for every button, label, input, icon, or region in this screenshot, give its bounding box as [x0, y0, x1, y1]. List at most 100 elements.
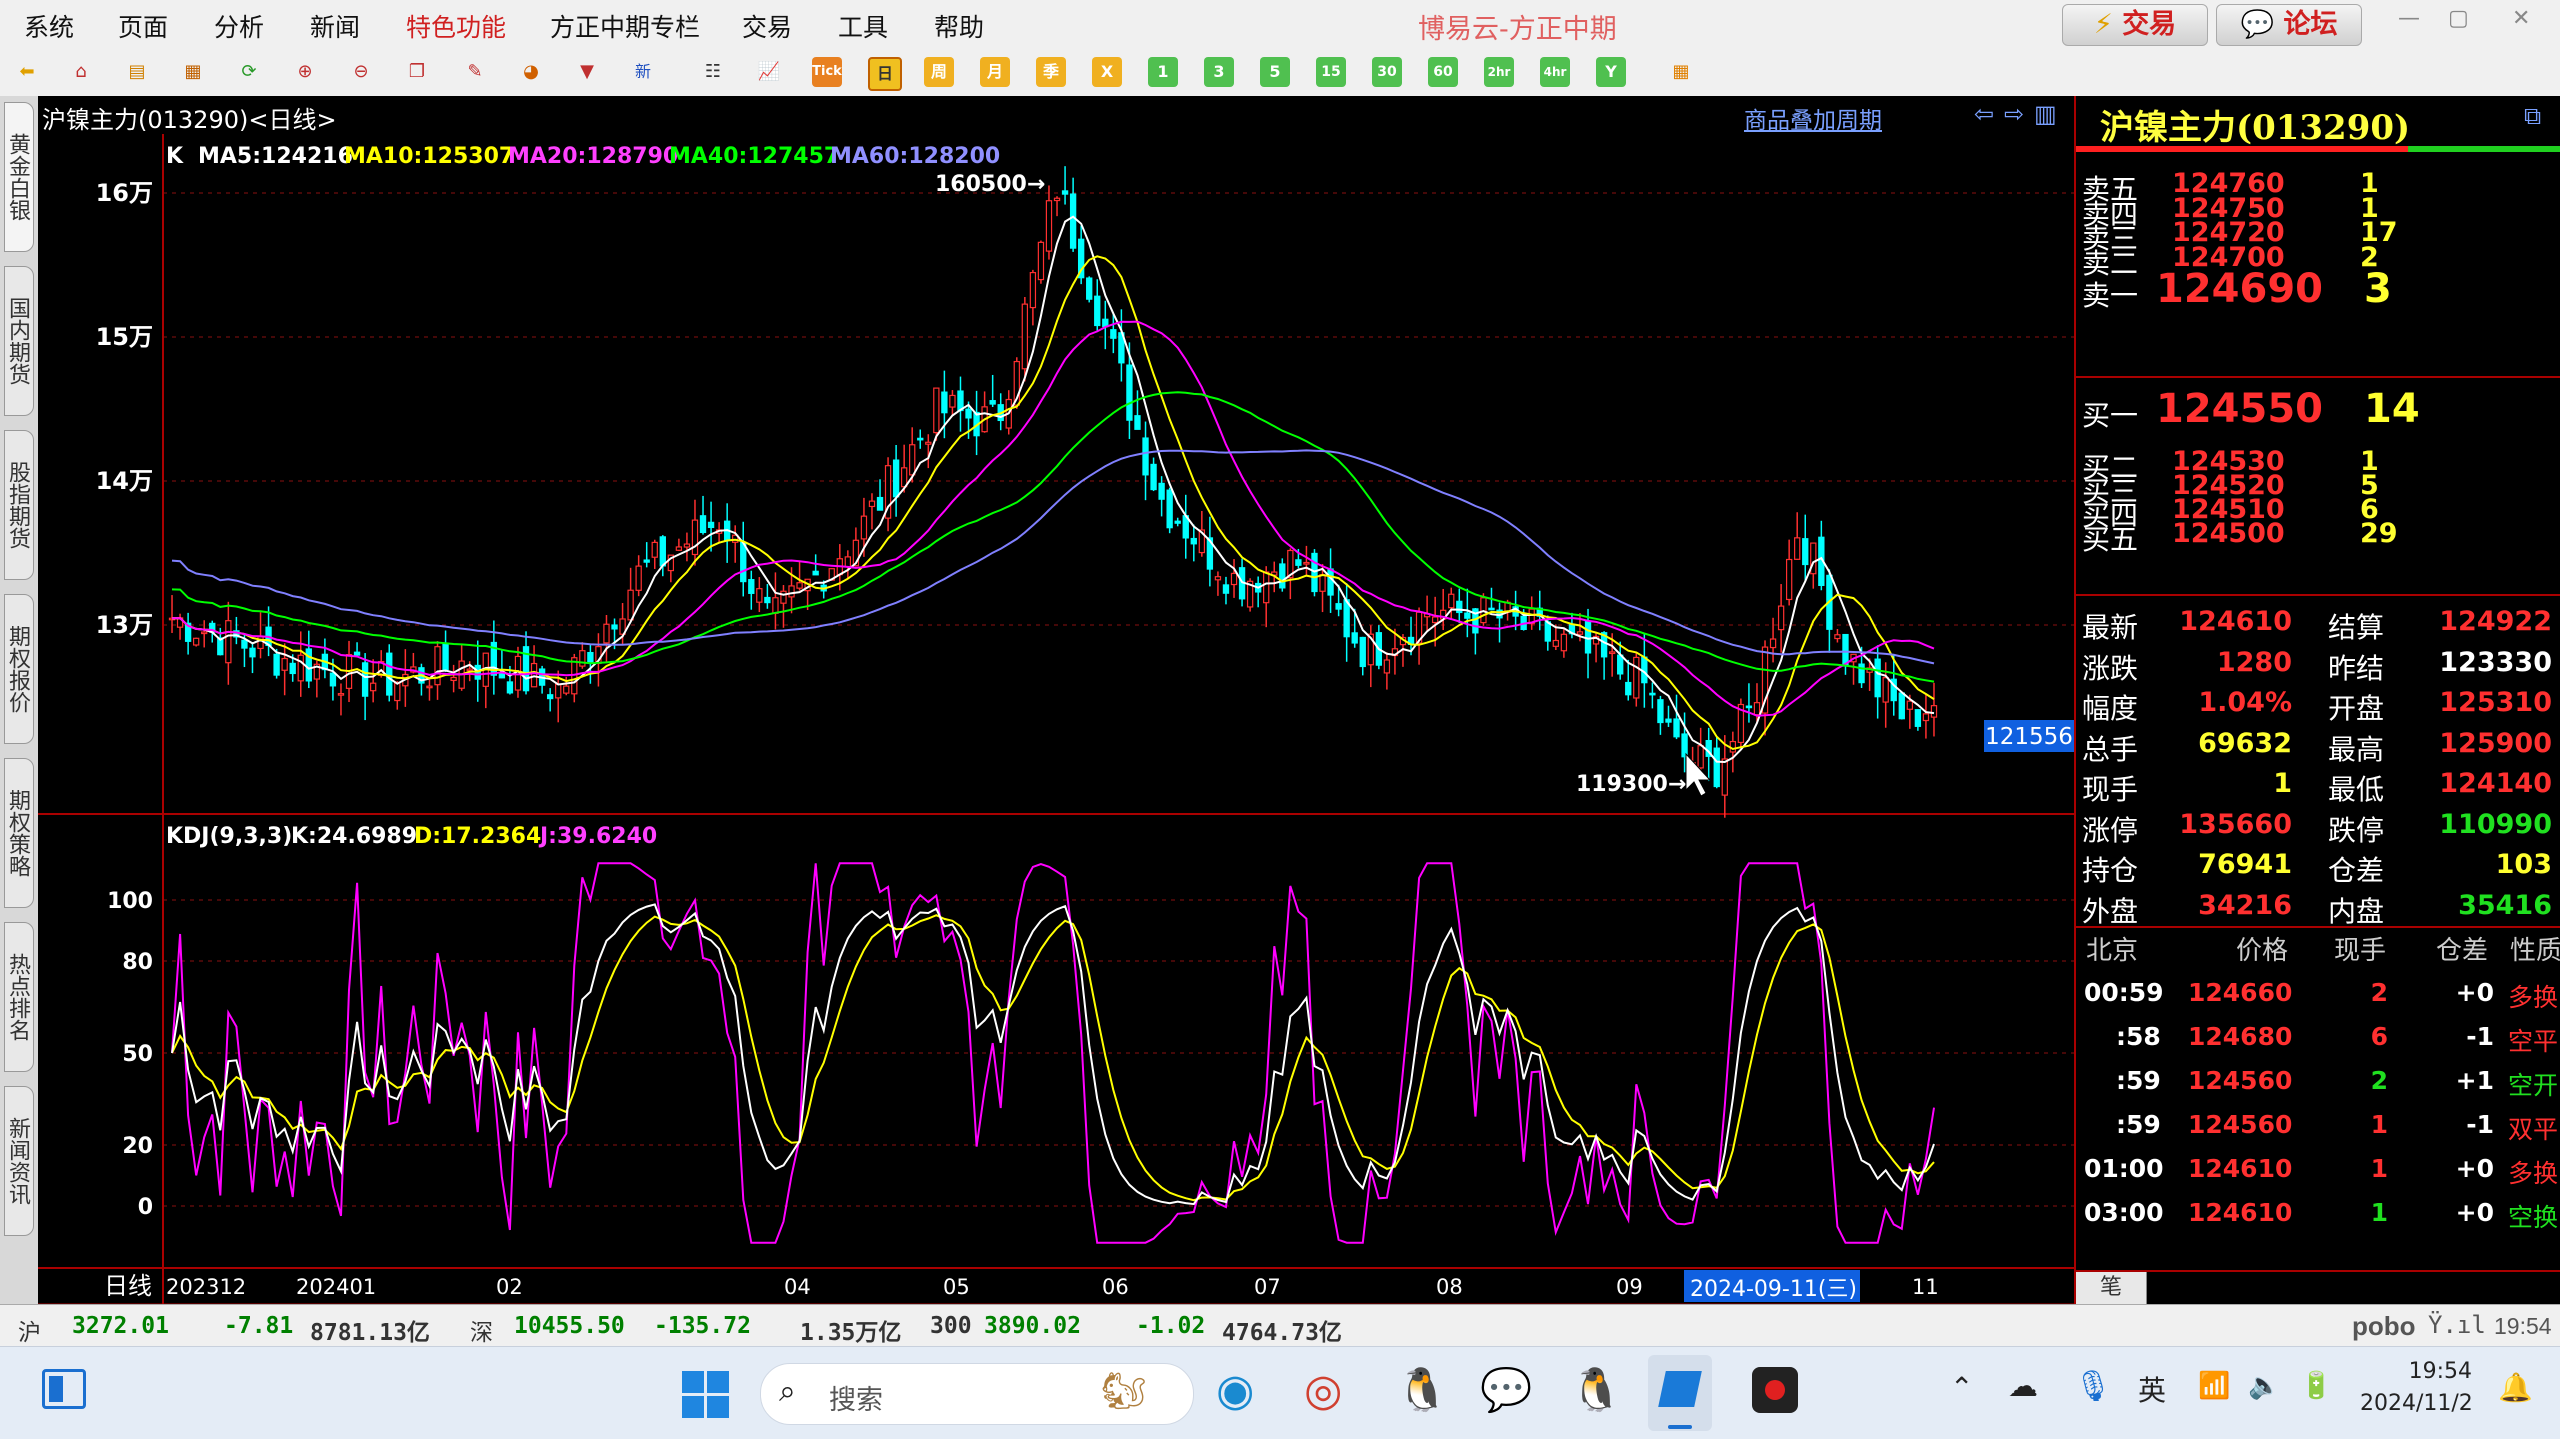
candle-body [941, 391, 948, 414]
new-badge-icon[interactable]: 新 [628, 57, 658, 87]
tab-option-strategy[interactable]: 期权策略 [4, 758, 34, 908]
maximize-icon[interactable]: ▢ [2448, 6, 2469, 31]
recorder-icon[interactable] [1752, 1367, 1798, 1413]
table-icon[interactable]: ☷ [698, 57, 728, 87]
hs300-label: 300 [930, 1313, 972, 1339]
menu-page[interactable]: 页面 [118, 8, 168, 44]
taskbar-search[interactable]: ⌕ 搜索 🐿 [760, 1363, 1194, 1425]
menu-news[interactable]: 新闻 [310, 8, 360, 44]
close-icon[interactable]: ✕ [2512, 6, 2530, 31]
cloud-icon[interactable]: ☁ [2008, 1369, 2038, 1404]
tick-row: 03:00 124610 1 +0 空换 [2076, 1198, 2560, 1234]
edge-browser-icon[interactable]: ◉ [1216, 1365, 1254, 1416]
chevron-up-icon[interactable]: ⌃ [1950, 1371, 1973, 1404]
chat-bubble-icon: 💬 [2240, 9, 2275, 40]
pobo-app-icon[interactable] [1648, 1355, 1712, 1431]
tab-option-quotes[interactable]: 期权报价 [4, 594, 34, 744]
period-60min-button[interactable]: 60 [1428, 57, 1458, 87]
period-x-button[interactable]: X [1092, 57, 1122, 87]
widgets-icon[interactable] [42, 1369, 86, 1409]
status-time: 19:54 [2494, 1313, 2552, 1339]
tab-domestic-futures[interactable]: 国内期货 [4, 266, 34, 416]
legend-ma40: MA40:127457 [669, 144, 839, 169]
menu-help[interactable]: 帮助 [934, 8, 984, 44]
f10-icon[interactable]: ▦ [178, 57, 208, 87]
forum-button[interactable]: 💬 论坛 [2216, 4, 2362, 46]
clock-date[interactable]: 2024/11/2 [2360, 1391, 2473, 1416]
microphone-icon[interactable]: 🎙 [2074, 1369, 2112, 1404]
overlay-commodity-link[interactable]: 商品叠加 [1744, 101, 1836, 135]
volume-icon[interactable]: 🔈 [2248, 1371, 2280, 1401]
tab-index-futures[interactable]: 股指期货 [4, 430, 34, 580]
menu-features[interactable]: 特色功能 [406, 8, 506, 44]
layers-icon[interactable]: ▤ [122, 57, 152, 87]
stat-label: 开盘 [2328, 692, 2385, 725]
period-4hr-button[interactable]: 4hr [1540, 57, 1570, 87]
period-15min-button[interactable]: 15 [1316, 57, 1346, 87]
tab-news[interactable]: 新闻资讯 [4, 1086, 34, 1236]
candle-body [1319, 574, 1326, 592]
tick-price: 124610 [2188, 1198, 2293, 1227]
menu-trade[interactable]: 交易 [742, 8, 792, 44]
menu-tools[interactable]: 工具 [838, 8, 888, 44]
zoom-in-icon[interactable]: ⊕ [290, 57, 320, 87]
layout-icon[interactable]: ▥ [2034, 100, 2057, 128]
home-icon[interactable]: ⌂ [66, 57, 96, 87]
period-year-button[interactable]: Y [1596, 57, 1626, 87]
tab-hot-ranking[interactable]: 热点排名 [4, 922, 34, 1072]
popout-icon[interactable]: ⧉ [2524, 102, 2541, 130]
filter-icon[interactable]: ▼ [572, 57, 602, 87]
stat-label: 结算 [2328, 611, 2385, 644]
calculator-icon[interactable]: ▦ [1666, 57, 1696, 87]
period-1min-button[interactable]: 1 [1148, 57, 1178, 87]
wechat-icon[interactable]: 💬 [1480, 1365, 1532, 1415]
chrome-browser-icon[interactable]: ◎ [1304, 1365, 1342, 1416]
period-5min-button[interactable]: 5 [1260, 57, 1290, 87]
back-arrow-icon[interactable]: ⬅ [12, 57, 42, 87]
notification-icon[interactable]: 🔔 [2498, 1371, 2533, 1404]
bid-row[interactable]: 买一 124550 14 [2076, 386, 2560, 432]
trade-button[interactable]: ⚡ 交易 [2062, 4, 2208, 46]
menu-analysis[interactable]: 分析 [214, 8, 264, 44]
windows-start-icon[interactable] [682, 1371, 730, 1419]
line-chart-icon[interactable]: 📈 [754, 57, 784, 87]
tab-gold-silver[interactable]: 黄金白银 [4, 102, 34, 252]
minimize-icon[interactable]: — [2398, 6, 2420, 31]
pen-icon[interactable]: ✎ [460, 57, 490, 87]
palette-icon[interactable]: ◕ [516, 57, 546, 87]
menu-system[interactable]: 系统 [24, 8, 74, 44]
chart-canvas[interactable]: 16万 15万 14万 13万 K MA5:124216 MA10:125307… [38, 134, 2074, 1304]
period-30min-button[interactable]: 30 [1372, 57, 1402, 87]
wifi-icon[interactable]: 📶 [2198, 1371, 2230, 1401]
x-tick: 11 [1912, 1275, 1939, 1299]
bid-label: 买一 [2082, 399, 2139, 432]
battery-icon[interactable]: 🔋 [2300, 1371, 2332, 1401]
ask-row[interactable]: 卖三 124720 17 [2076, 217, 2560, 255]
ime-indicator[interactable]: 英 [2138, 1369, 2166, 1409]
zoom-out-icon[interactable]: ⊖ [346, 57, 376, 87]
bid-row[interactable]: 买五 124500 29 [2076, 518, 2560, 556]
qq-alt-icon[interactable]: 🐧 [1570, 1365, 1622, 1415]
windows-icon[interactable]: ❐ [402, 57, 432, 87]
candle-body [788, 585, 795, 598]
footer-tab-trades[interactable]: 笔 [2076, 1272, 2147, 1304]
clock-time[interactable]: 19:54 [2388, 1359, 2472, 1384]
refresh-icon[interactable]: ⟳ [234, 57, 264, 87]
ask-row[interactable]: 卖一 124690 3 [2076, 266, 2560, 312]
candle-body [603, 623, 610, 644]
period-2hr-button[interactable]: 2hr [1484, 57, 1514, 87]
scroll-right-icon[interactable]: ⇨ [2004, 100, 2024, 128]
menu-founder-column[interactable]: 方正中期专栏 [550, 8, 700, 44]
x-tick: 202312 [166, 1275, 246, 1299]
period-link[interactable]: 周期 [1836, 101, 1882, 135]
qq-icon[interactable]: 🐧 [1396, 1365, 1448, 1415]
candle-body [1295, 559, 1302, 566]
scroll-left-icon[interactable]: ⇦ [1974, 100, 1994, 128]
ask-row[interactable]: 卖五 124760 1 [2076, 168, 2560, 206]
period-month-button[interactable]: 月 [980, 57, 1010, 87]
period-week-button[interactable]: 周 [924, 57, 954, 87]
period-quarter-button[interactable]: 季 [1036, 57, 1066, 87]
tick-button[interactable]: Tick [812, 57, 842, 87]
period-day-button[interactable]: 日 [868, 57, 902, 91]
period-3min-button[interactable]: 3 [1204, 57, 1234, 87]
